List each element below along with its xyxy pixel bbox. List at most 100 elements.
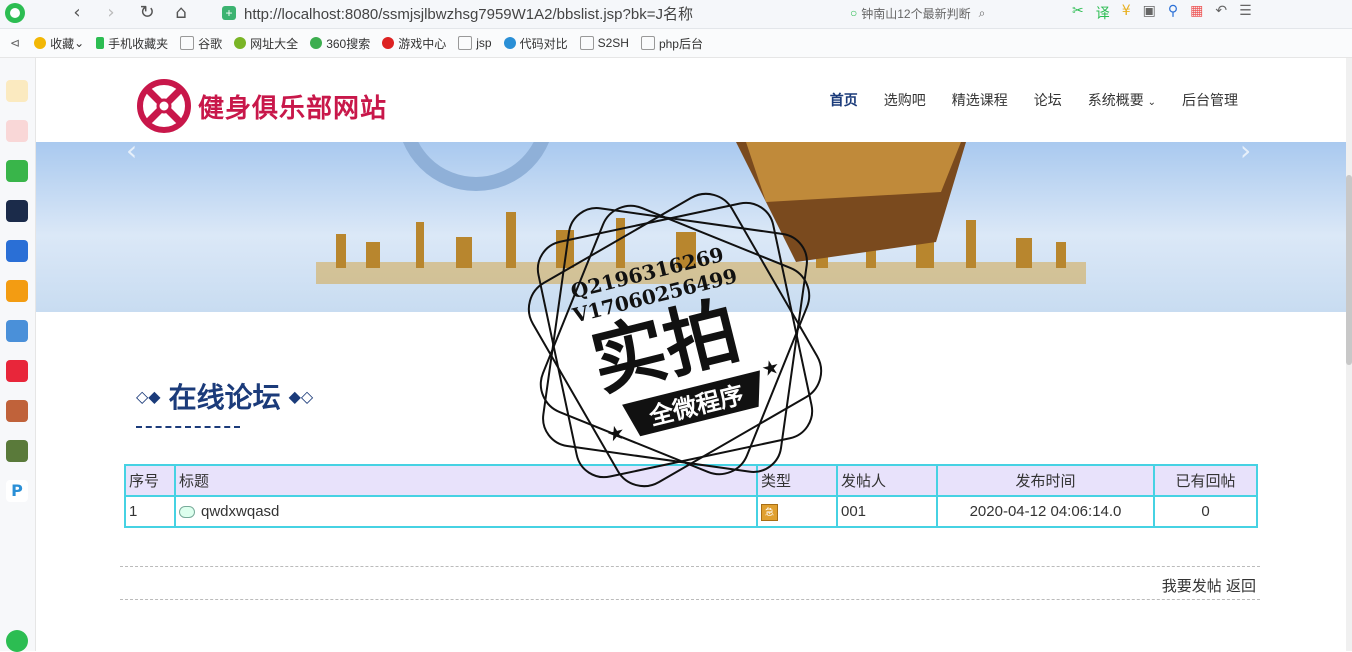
novel-icon[interactable] — [6, 280, 28, 302]
bookmark-favorites[interactable]: 收藏 ⌄ — [34, 35, 84, 52]
scrollbar-thumb[interactable] — [1346, 175, 1352, 365]
col-type: 类型 — [756, 464, 838, 497]
page-icon — [180, 36, 195, 50]
banner-art: ‹ › — [126, 142, 1251, 284]
diamond-icon: ◇◆ — [136, 386, 161, 406]
nav-shop[interactable]: 选购吧 — [884, 90, 926, 110]
magnifier-icon[interactable]: ⚲ — [1168, 3, 1178, 23]
cell-type: 急 — [756, 495, 838, 528]
scissors-icon[interactable]: ✂ — [1072, 3, 1084, 23]
nav-home[interactable]: 首页 — [830, 90, 858, 110]
bookmark-diff[interactable]: 代码对比 — [503, 35, 568, 52]
table-row[interactable]: 1 qwdxwqasd 急 001 2020-04-12 04:06:14.0 … — [124, 495, 1258, 528]
phone-icon — [96, 37, 105, 49]
weibo-icon[interactable] — [6, 120, 28, 142]
page-scrollbar[interactable] — [1346, 58, 1352, 651]
xiaohongshu-icon[interactable] — [6, 360, 28, 382]
menu-icon[interactable]: ☰ — [1239, 3, 1252, 23]
post-title-link[interactable]: qwdxwqasd — [201, 503, 279, 520]
col-no: 序号 — [124, 464, 176, 497]
game2-icon[interactable] — [6, 400, 28, 422]
cell-title[interactable]: qwdxwqasd — [174, 495, 758, 528]
home-icon[interactable]: ⌂ — [170, 2, 192, 24]
reload-icon[interactable]: ↻ — [136, 2, 158, 24]
360-icon — [310, 37, 323, 49]
cell-time: 2020-04-12 04:06:14.0 — [936, 495, 1155, 528]
urgent-icon: 急 — [761, 504, 778, 521]
site-header: 健身俱乐部网站 首页 选购吧 精选课程 论坛 系统概要 ⌄ 后台管理 — [36, 58, 1346, 142]
nav-admin[interactable]: 后台管理 — [1182, 90, 1238, 110]
bookmark-mobile[interactable]: 手机收藏夹 — [96, 35, 168, 52]
secure-shield-icon: + — [222, 6, 236, 20]
forum-heading: ◇◆ 在线论坛 ◆◇ — [136, 376, 313, 416]
col-replies: 已有回帖 — [1153, 464, 1258, 497]
apps-icon[interactable]: ▦ — [1190, 3, 1203, 23]
site-logo[interactable]: 健身俱乐部网站 — [136, 78, 387, 134]
logo-text: 健身俱乐部网站 — [198, 93, 388, 124]
bookmark-games[interactable]: 游戏中心 — [382, 35, 446, 52]
chevron-down-icon: ⌄ — [1147, 97, 1156, 108]
word-icon[interactable] — [6, 240, 28, 262]
search-text: 钟南山12个最新判断 — [861, 6, 971, 21]
back-icon[interactable]: ‹ — [66, 2, 88, 24]
bookmark-s2sh[interactable]: S2SH — [579, 36, 629, 50]
bookmark-php[interactable]: php后台 — [640, 35, 703, 52]
favorites-star-icon[interactable] — [6, 80, 28, 102]
heading-underline — [136, 426, 240, 428]
bookmark-jsp[interactable]: jsp — [458, 36, 492, 50]
page-icon — [579, 36, 594, 50]
url-text: http://localhost:8080/ssmjsjlbwzhsg7959W… — [244, 5, 693, 23]
col-time: 发布时间 — [936, 464, 1155, 497]
coin-icon[interactable]: ¥ — [1122, 3, 1131, 23]
nav-forum[interactable]: 论坛 — [1034, 90, 1062, 110]
browser-toolbar: ‹ › ↻ ⌂ + http://localhost:8080/ssmjsjlb… — [0, 0, 1352, 29]
main-nav: 首页 选购吧 精选课程 论坛 系统概要 ⌄ 后台管理 — [830, 90, 1238, 110]
prev-arrow-icon[interactable]: ‹ — [126, 142, 137, 167]
forum-title-text: 在线论坛 — [168, 381, 281, 414]
image-icon[interactable]: ▣ — [1143, 3, 1156, 23]
hero-banner: ‹ › — [36, 142, 1346, 312]
undo-icon[interactable]: ↶ — [1215, 3, 1227, 23]
bookmark-google[interactable]: 谷歌 — [180, 35, 222, 52]
page-icon — [458, 36, 473, 50]
bookmarks-bar: ⊲ 收藏 ⌄ 手机收藏夹 谷歌 网址大全 360搜索 游戏中心 jsp 代码对比… — [0, 29, 1352, 58]
game-app-icon[interactable] — [6, 320, 28, 342]
forum-table: 序号 标题 类型 发帖人 发布时间 已有回帖 1 qwdxwqasd 急 001… — [124, 464, 1258, 528]
nav-courses[interactable]: 精选课程 — [952, 90, 1008, 110]
nav-overview[interactable]: 系统概要 ⌄ — [1088, 90, 1156, 110]
game-icon — [382, 37, 395, 49]
p-app-icon[interactable]: P — [6, 480, 28, 502]
table-header-row: 序号 标题 类型 发帖人 发布时间 已有回帖 — [124, 464, 1258, 497]
browser-sidebar: P — [0, 58, 36, 652]
search-icon[interactable]: ⌕ — [979, 6, 986, 21]
browser-search[interactable]: ○ 钟南山12个最新判断 ⌕ — [850, 1, 1050, 25]
portal-icon — [234, 37, 247, 49]
mail-icon[interactable] — [6, 160, 28, 182]
news-icon[interactable] — [6, 200, 28, 222]
address-bar[interactable]: + http://localhost:8080/ssmjsjlbwzhsg795… — [222, 1, 834, 25]
browser-logo-icon — [4, 2, 26, 24]
collapse-icon[interactable]: ⊲ — [10, 36, 20, 50]
col-title: 标题 — [174, 464, 758, 497]
next-arrow-icon[interactable]: › — [1240, 142, 1251, 167]
diamond-icon: ◆◇ — [288, 386, 314, 406]
game3-icon[interactable] — [6, 440, 28, 462]
new-post-link[interactable]: 我要发帖 — [1162, 578, 1222, 595]
back-link[interactable]: 返回 — [1226, 578, 1256, 595]
cell-replies: 0 — [1153, 495, 1258, 528]
web-page: 健身俱乐部网站 首页 选购吧 精选课程 论坛 系统概要 ⌄ 后台管理 ‹ › ◇… — [36, 58, 1346, 651]
search-engine-icon: ○ — [850, 6, 858, 20]
assistant-icon[interactable] — [6, 630, 28, 652]
translate-icon[interactable]: 译 — [1096, 3, 1110, 23]
compare-icon — [503, 37, 516, 49]
bookmark-portal[interactable]: 网址大全 — [234, 35, 298, 52]
page-icon — [640, 36, 655, 50]
cell-no: 1 — [124, 495, 176, 528]
topic-icon — [179, 506, 195, 519]
bookmark-360[interactable]: 360搜索 — [310, 35, 370, 52]
forward-icon[interactable]: › — [100, 2, 122, 24]
logo-mark-icon — [136, 78, 192, 134]
cell-author: 001 — [836, 495, 938, 528]
col-author: 发帖人 — [836, 464, 938, 497]
action-bar: 我要发帖 返回 — [120, 566, 1260, 600]
